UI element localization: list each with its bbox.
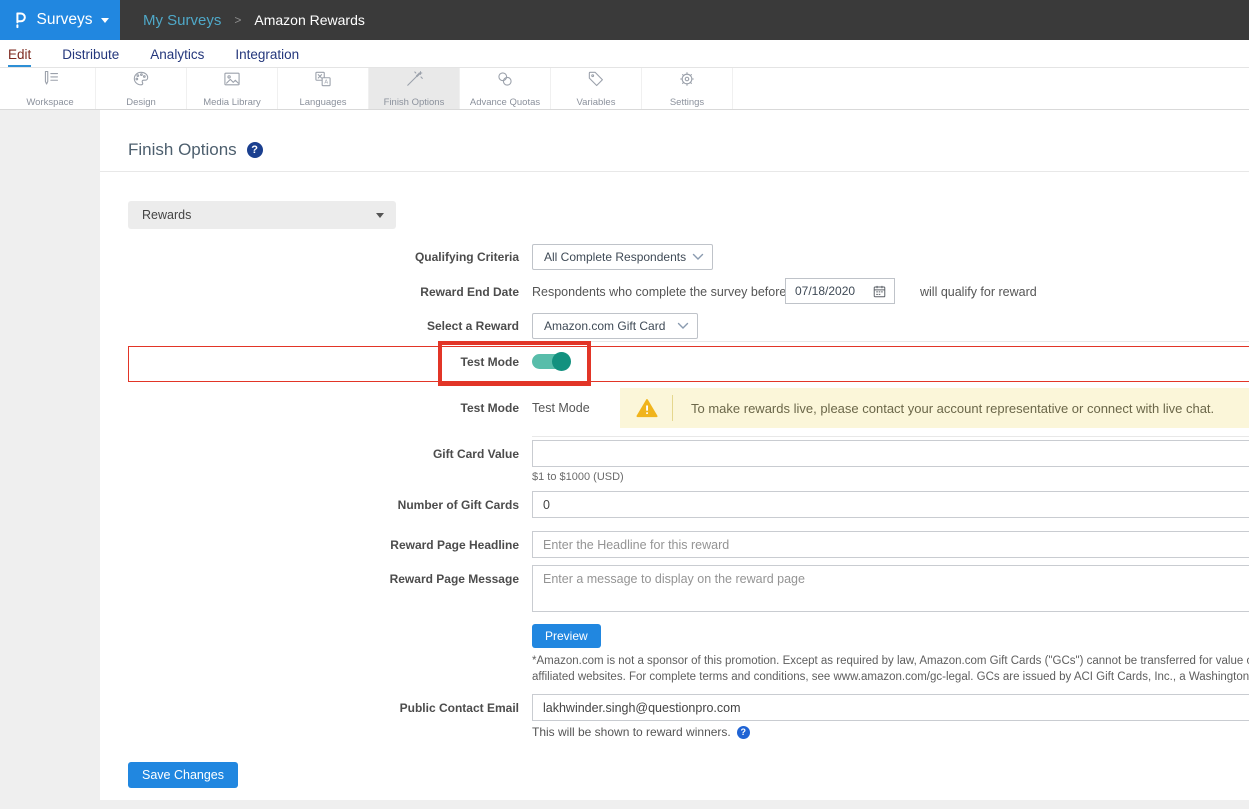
public-contact-email-hint: This will be shown to reward winners. xyxy=(532,725,731,739)
reward-end-date-input[interactable]: 07/18/2020 xyxy=(785,278,895,304)
svg-text:A: A xyxy=(324,80,328,86)
finish-option-category-select[interactable]: Rewards xyxy=(128,201,396,229)
warning-message: To make rewards live, please contact you… xyxy=(691,401,1214,416)
toolbar-settings[interactable]: Settings xyxy=(642,68,733,109)
main-nav-tabs: Edit Distribute Analytics Integration xyxy=(0,40,1249,68)
amazon-disclaimer-line2: affiliated websites. For complete terms … xyxy=(532,671,1249,683)
public-contact-email-input[interactable] xyxy=(532,694,1249,721)
divider xyxy=(532,341,1249,342)
help-icon[interactable]: ? xyxy=(737,726,750,739)
reward-page-message-label: Reward Page Message xyxy=(100,572,519,586)
top-header: Surveys My Surveys > Amazon Rewards xyxy=(0,0,1249,40)
select-a-reward-label: Select a Reward xyxy=(100,319,519,333)
bottom-gutter xyxy=(0,800,1249,809)
tab-integration[interactable]: Integration xyxy=(235,47,299,67)
toolbar-label: Settings xyxy=(670,97,704,108)
qualifying-criteria-select[interactable]: All Complete Respondents xyxy=(532,244,713,270)
select-a-reward-select[interactable]: Amazon.com Gift Card xyxy=(532,313,698,339)
test-mode-warning: To make rewards live, please contact you… xyxy=(620,388,1249,428)
toolbar-design[interactable]: Design xyxy=(96,68,187,109)
gift-card-value-hint: $1 to $1000 (USD) xyxy=(532,471,624,483)
edit-toolbar: Workspace Design Media Library A Languag… xyxy=(0,68,1249,110)
test-mode-toggle[interactable] xyxy=(532,354,569,369)
gift-card-value-label: Gift Card Value xyxy=(100,447,519,461)
warning-divider xyxy=(672,395,673,421)
page-title: Finish Options xyxy=(128,140,237,160)
reward-page-message-input[interactable] xyxy=(532,565,1249,612)
warning-triangle-icon xyxy=(636,398,658,418)
app-name: Surveys xyxy=(37,11,93,29)
toolbar-label: Languages xyxy=(299,97,346,108)
public-contact-email-label: Public Contact Email xyxy=(100,701,519,715)
toolbar-finish-options[interactable]: Finish Options xyxy=(369,68,460,109)
save-changes-button[interactable]: Save Changes xyxy=(128,762,238,788)
reward-end-date-prefix: Respondents who complete the survey befo… xyxy=(532,285,786,299)
preview-button[interactable]: Preview xyxy=(532,624,601,648)
select-a-reward-value: Amazon.com Gift Card xyxy=(544,319,665,333)
qualifying-criteria-label: Qualifying Criteria xyxy=(100,250,519,264)
reward-end-date-suffix: will qualify for reward xyxy=(920,285,1037,299)
chevron-down-icon xyxy=(692,253,704,261)
toolbar-label: Finish Options xyxy=(384,97,445,108)
toolbar-label: Design xyxy=(126,97,156,108)
breadcrumb-my-surveys[interactable]: My Surveys xyxy=(143,12,221,29)
tab-distribute[interactable]: Distribute xyxy=(62,47,119,67)
reward-page-headline-label: Reward Page Headline xyxy=(100,538,519,552)
divider xyxy=(100,171,1249,172)
toolbar-workspace[interactable]: Workspace xyxy=(5,68,96,109)
divider xyxy=(532,436,1249,437)
gift-card-value-input[interactable] xyxy=(532,440,1249,467)
toolbar-label: Workspace xyxy=(26,97,73,108)
pencil-list-icon xyxy=(38,69,62,94)
toolbar-label: Media Library xyxy=(203,97,261,108)
chevron-down-icon xyxy=(677,322,689,330)
translate-icon: A xyxy=(311,69,335,94)
reward-page-headline-input[interactable] xyxy=(532,531,1249,558)
product-menu[interactable]: Surveys xyxy=(0,0,120,40)
breadcrumb: My Surveys > Amazon Rewards xyxy=(143,12,365,29)
chain-links-icon xyxy=(493,69,517,94)
category-select-value: Rewards xyxy=(142,208,191,222)
toolbar-label: Advance Quotas xyxy=(470,97,540,108)
tab-edit[interactable]: Edit xyxy=(8,47,31,67)
caret-down-icon xyxy=(101,18,109,23)
breadcrumb-separator: > xyxy=(234,13,241,27)
tab-analytics[interactable]: Analytics xyxy=(150,47,204,67)
test-mode-status-label: Test Mode xyxy=(100,401,519,415)
calendar-icon xyxy=(873,285,886,298)
reward-end-date-label: Reward End Date xyxy=(100,285,519,299)
toolbar-languages[interactable]: A Languages xyxy=(278,68,369,109)
caret-down-icon xyxy=(376,213,384,218)
public-contact-email-hint-row: This will be shown to reward winners. ? xyxy=(532,725,750,739)
toggle-knob xyxy=(552,352,571,371)
help-icon[interactable]: ? xyxy=(247,142,263,158)
test-mode-status-value: Test Mode xyxy=(532,401,590,415)
finish-options-panel: Finish Options ? Rewards Qualifying Crit… xyxy=(100,110,1249,800)
test-mode-toggle-label: Test Mode xyxy=(100,355,519,369)
questionpro-logo-icon xyxy=(12,9,29,31)
left-gutter xyxy=(0,110,100,800)
image-icon xyxy=(220,69,244,94)
number-of-gift-cards-label: Number of Gift Cards xyxy=(100,498,519,512)
number-of-gift-cards-input[interactable] xyxy=(532,491,1249,518)
tag-icon xyxy=(584,69,608,94)
toolbar-label: Variables xyxy=(577,97,616,108)
toolbar-variables[interactable]: Variables xyxy=(551,68,642,109)
reward-end-date-value: 07/18/2020 xyxy=(795,284,855,298)
magic-wand-icon xyxy=(402,69,426,94)
amazon-disclaimer-line1: *Amazon.com is not a sponsor of this pro… xyxy=(532,655,1249,667)
toolbar-media-library[interactable]: Media Library xyxy=(187,68,278,109)
breadcrumb-current-survey: Amazon Rewards xyxy=(254,12,365,28)
app-window: Surveys My Surveys > Amazon Rewards Edit… xyxy=(0,0,1249,809)
qualifying-criteria-value: All Complete Respondents xyxy=(544,250,686,264)
palette-icon xyxy=(129,69,153,94)
gear-icon xyxy=(675,69,699,94)
toolbar-advance-quotas[interactable]: Advance Quotas xyxy=(460,68,551,109)
